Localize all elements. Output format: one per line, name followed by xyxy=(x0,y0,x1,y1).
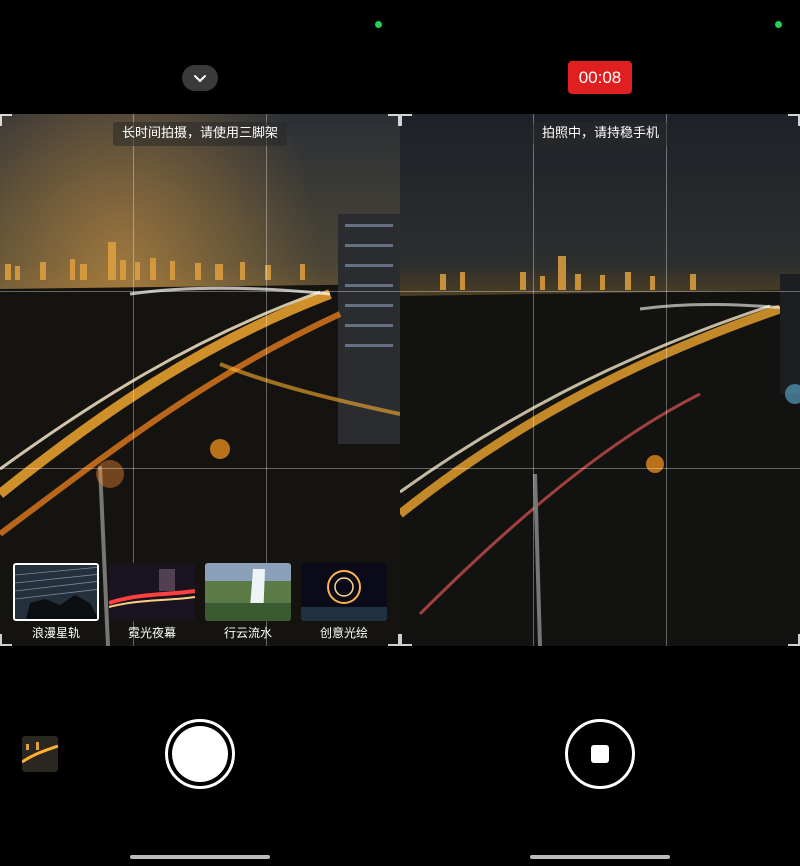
frame-corner xyxy=(0,114,12,126)
privacy-indicator-dot xyxy=(775,21,782,28)
mode-label: 霓光夜幕 xyxy=(127,626,176,640)
home-indicator[interactable] xyxy=(530,855,670,859)
hold-steady-hint: 拍照中，请持稳手机 xyxy=(533,122,669,146)
mode-label: 行云流水 xyxy=(223,626,272,640)
mode-light-painting[interactable]: 创意光绘 xyxy=(301,563,387,641)
mode-label: 创意光绘 xyxy=(319,626,368,640)
recording-timer: 00:08 xyxy=(568,61,632,94)
frame-corner xyxy=(388,114,400,126)
left-camera-screen: 长时间拍摄，请使用三脚架 浪漫星轨 霓光夜幕 行云流水 创意光绘 xyxy=(0,0,400,866)
mode-label: 浪漫星轨 xyxy=(31,626,80,640)
gallery-thumbnail[interactable] xyxy=(22,736,58,772)
neon-night-thumbnail xyxy=(109,563,195,621)
mode-flowing-water[interactable]: 行云流水 xyxy=(205,563,291,641)
grid-line xyxy=(400,291,800,292)
frame-corner xyxy=(400,114,412,126)
light-painting-thumbnail xyxy=(301,563,387,621)
chevron-down-icon xyxy=(194,75,206,83)
mode-star-trails[interactable]: 浪漫星轨 xyxy=(13,563,99,641)
viewfinder[interactable] xyxy=(400,114,800,646)
frame-corner xyxy=(400,634,412,646)
privacy-indicator-dot xyxy=(375,21,382,28)
mode-neon-night[interactable]: 霓光夜幕 xyxy=(109,563,195,641)
shutter-icon xyxy=(172,726,228,782)
grid-line xyxy=(666,114,667,646)
frame-corner xyxy=(788,114,800,126)
tripod-hint: 长时间拍摄，请使用三脚架 xyxy=(113,122,288,146)
shutter-button[interactable] xyxy=(165,719,235,789)
flowing-water-thumbnail xyxy=(205,563,291,621)
grid-line xyxy=(533,114,534,646)
grid-line xyxy=(400,468,800,469)
night-city-preview xyxy=(400,114,800,646)
collapse-button[interactable] xyxy=(182,65,218,91)
frame-corner xyxy=(788,634,800,646)
grid-line xyxy=(0,291,400,292)
stop-icon xyxy=(591,745,609,763)
grid-line xyxy=(0,468,400,469)
stop-capture-button[interactable] xyxy=(565,719,635,789)
home-indicator[interactable] xyxy=(130,855,270,859)
long-exposure-mode-selector: 浪漫星轨 霓光夜幕 行云流水 创意光绘 xyxy=(0,563,400,643)
right-camera-screen: 00:08 拍照中，请持稳手机 xyxy=(400,0,800,866)
star-trails-thumbnail xyxy=(13,563,99,621)
